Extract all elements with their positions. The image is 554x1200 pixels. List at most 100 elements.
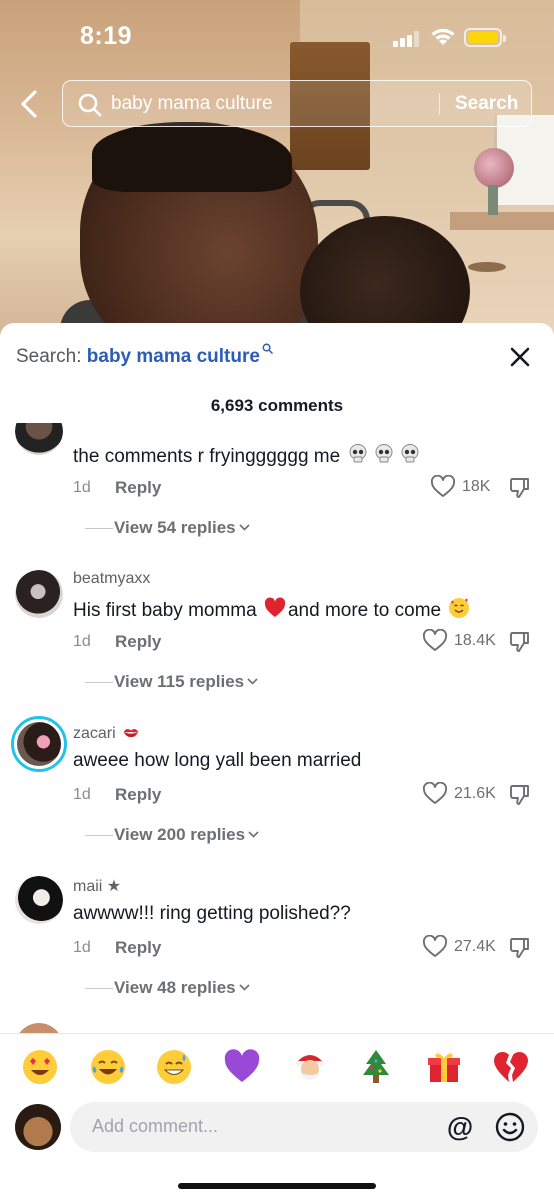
like-count: 18.4K [454,632,496,649]
like-button[interactable]: 18.4K [422,629,496,655]
grinning-sweat-icon[interactable] [155,1048,193,1086]
comment-input-row: Add comment... @ [0,1101,554,1161]
status-time: 8:19 [80,22,133,50]
kiss-mark-icon [123,729,139,738]
avatar[interactable] [15,423,63,455]
chevron-down-icon [248,831,259,838]
comment-text: awwww!!! ring getting polished?? [73,903,351,924]
search-bar[interactable]: baby mama culture Search [62,80,532,127]
chevron-down-icon [239,524,250,531]
comment-input-placeholder[interactable]: Add comment... [92,1116,218,1137]
reply-button[interactable]: Reply [115,785,161,805]
red-heart-icon [264,597,286,617]
related-search-link[interactable]: Search: baby mama culture [16,343,273,368]
comment-item: zacari aweee how long yall been married … [0,716,554,869]
like-count: 18K [462,478,491,495]
skull-icon [349,444,367,463]
chevron-down-icon [239,984,250,991]
view-replies-label: View 48 replies [114,978,236,997]
dislike-icon[interactable] [508,783,532,807]
view-replies-label: View 115 replies [114,672,245,691]
christmas-tree-icon[interactable] [357,1048,395,1086]
dislike-icon[interactable] [508,936,532,960]
shelf [450,212,554,230]
like-button[interactable]: 27.4K [422,935,496,961]
heart-outline-icon [422,782,448,804]
comments-sheet: Search: baby mama culture 6,693 comments… [0,323,554,1200]
avatar-story[interactable] [11,716,67,772]
comment-body: His first baby momma [73,600,257,621]
like-count: 27.4K [454,938,496,955]
comment-username[interactable]: beatmyaxx [73,570,150,588]
comment-username[interactable]: maii ★ [73,876,121,896]
like-button[interactable]: 18K [430,475,500,501]
comment-item: the comments r fryingggggg me 1d Reply 1… [0,423,554,571]
heart-eyes-icon[interactable] [21,1048,59,1086]
emoji-quick-bar [0,1033,554,1101]
close-icon[interactable] [506,343,534,371]
sheet-header: Search: baby mama culture 6,693 comments [0,323,554,433]
small-search-icon [262,343,273,354]
comment-item: maii ★ awwww!!! ring getting polished?? … [0,872,554,1022]
heart-outline-icon [422,935,448,957]
like-count: 21.6K [454,785,496,802]
comment-count: 6,693 comments [210,396,344,415]
wifi-icon [431,28,455,45]
search-button[interactable]: Search [455,93,518,115]
flowers [474,148,514,188]
comment-age: 1d [73,939,91,956]
gift-icon[interactable] [425,1048,463,1086]
comment-age: 1d [73,479,91,496]
chevron-down-icon [247,678,258,685]
comment-age: 1d [73,786,91,803]
comment-item: beatmyaxx His first baby momma and more … [0,566,554,716]
avatar[interactable] [15,570,63,618]
comment-username[interactable]: zacari [73,723,142,743]
view-replies-button[interactable]: View 200 replies [73,825,313,847]
view-replies-label: View 200 replies [114,825,246,844]
skull-icon [375,444,393,463]
heart-outline-icon [422,629,448,651]
search-divider [439,93,440,115]
skull-icon [401,444,419,463]
purple-heart-icon[interactable] [223,1048,261,1086]
like-button[interactable]: 21.6K [422,782,496,808]
mention-button[interactable]: @ [444,1111,476,1143]
view-replies-button[interactable]: View 115 replies [73,672,313,694]
view-replies-label: View 54 replies [114,518,236,537]
search-prefix: Search: [16,346,87,367]
home-indicator [178,1183,376,1189]
vase [488,185,498,215]
tears-of-joy-icon[interactable] [89,1048,127,1086]
avatar[interactable] [15,1023,63,1033]
reply-button[interactable]: Reply [115,938,161,958]
view-replies-button[interactable]: View 54 replies [73,518,313,540]
view-replies-button[interactable]: View 48 replies [73,978,313,1000]
comment-text: the comments r fryingggggg me [73,443,423,468]
cellular-signal-icon [393,31,423,47]
dislike-icon[interactable] [508,476,532,500]
reply-button[interactable]: Reply [115,632,161,652]
comment-body-end: and more to come [287,600,442,621]
status-bar: 8:19 [0,0,554,72]
emoji-picker-icon[interactable] [494,1111,526,1143]
heart-outline-icon [430,475,456,497]
back-button[interactable] [14,86,46,122]
stool [468,262,506,272]
comment-age: 1d [73,633,91,650]
search-query[interactable]: baby mama culture [111,93,273,115]
reply-button[interactable]: Reply [115,478,161,498]
smiling-face-with-hearts-icon [449,598,470,618]
comment-input[interactable]: Add comment... @ [70,1102,538,1152]
comment-text: aweee how long yall been married [73,750,362,771]
my-avatar[interactable] [15,1104,61,1150]
comment-body: the comments r fryingggggg me [73,446,341,467]
comment-list[interactable]: the comments r fryingggggg me 1d Reply 1… [0,423,554,1033]
search-term[interactable]: baby mama culture [87,346,260,367]
avatar[interactable] [15,876,63,924]
dislike-icon[interactable] [508,630,532,654]
broken-heart-icon[interactable] [492,1048,530,1086]
search-icon [78,93,102,117]
santa-icon[interactable] [291,1048,329,1086]
battery-icon [464,28,506,47]
